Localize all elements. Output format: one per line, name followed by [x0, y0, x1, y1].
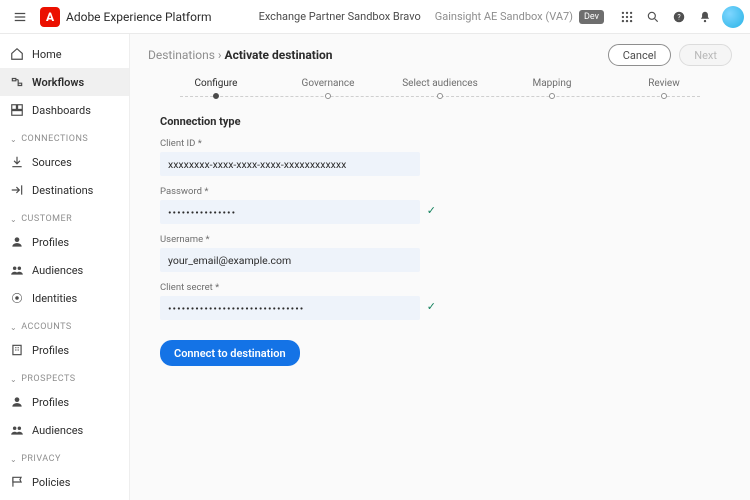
sidebar-item-label: Profiles [32, 236, 69, 249]
hamburger-icon [13, 10, 27, 24]
sidebar-item-label: Dashboards [32, 104, 91, 117]
help-icon[interactable]: ? [666, 4, 692, 30]
cancel-button[interactable]: Cancel [608, 44, 671, 66]
breadcrumb-parent[interactable]: Destinations [148, 48, 215, 62]
search-icon[interactable] [640, 4, 666, 30]
breadcrumb: Destinations › Activate destination [148, 48, 333, 62]
client-id-label: Client ID * [160, 138, 420, 149]
wizard-steps: Configure Governance Select audiences Ma… [130, 66, 750, 101]
profile-icon [10, 395, 24, 409]
chevron-down-icon: ⌄ [10, 455, 17, 464]
audiences-icon [10, 263, 24, 277]
top-bar: A Adobe Experience Platform Exchange Par… [0, 0, 750, 34]
sidebar-item-label: Profiles [32, 344, 69, 357]
sandbox-secondary[interactable]: Gainsight AE Sandbox (VA7) [435, 10, 573, 23]
dashboards-icon [10, 103, 24, 117]
sidebar-item-account-profiles[interactable]: Profiles [0, 336, 129, 364]
sidebar-group-prospects[interactable]: ⌄PROSPECTS [0, 364, 129, 388]
sidebar-item-label: Profiles [32, 396, 69, 409]
sidebar-item-label: Audiences [32, 264, 83, 277]
policies-icon [10, 475, 24, 489]
sidebar-item-destinations[interactable]: Destinations [0, 176, 129, 204]
step-review[interactable]: Review [608, 78, 720, 99]
sidebar-group-accounts[interactable]: ⌄ACCOUNTS [0, 312, 129, 336]
workflows-icon [10, 75, 24, 89]
avatar[interactable] [722, 6, 744, 28]
sidebar-item-label: Sources [32, 156, 72, 169]
notifications-icon[interactable] [692, 4, 718, 30]
sidebar-item-profiles[interactable]: Profiles [0, 228, 129, 256]
client-secret-field[interactable] [160, 296, 420, 320]
chevron-down-icon: ⌄ [10, 135, 17, 144]
sidebar-item-audits[interactable]: Audits [0, 496, 129, 500]
step-select-audiences[interactable]: Select audiences [384, 78, 496, 99]
sidebar-item-workflows[interactable]: Workflows [0, 68, 129, 96]
check-icon: ✓ [427, 300, 436, 313]
client-id-field[interactable] [160, 152, 420, 176]
sidebar-item-identities[interactable]: Identities [0, 284, 129, 312]
apps-icon[interactable] [614, 4, 640, 30]
section-title: Connection type [160, 115, 720, 128]
app-name: Adobe Experience Platform [66, 10, 212, 24]
sidebar-item-prospect-audiences[interactable]: Audiences [0, 416, 129, 444]
building-icon [10, 343, 24, 357]
main-content: Destinations › Activate destination Canc… [130, 34, 750, 500]
home-icon [10, 47, 24, 61]
sidebar-item-home[interactable]: Home [0, 40, 129, 68]
identities-icon [10, 291, 24, 305]
dev-badge: Dev [579, 10, 604, 24]
sidebar-group-privacy[interactable]: ⌄PRIVACY [0, 444, 129, 468]
sidebar-item-prospect-profiles[interactable]: Profiles [0, 388, 129, 416]
sidebar-item-dashboards[interactable]: Dashboards [0, 96, 129, 124]
sidebar-item-label: Identities [32, 292, 77, 305]
connect-button[interactable]: Connect to destination [160, 340, 300, 366]
profile-icon [10, 235, 24, 249]
destinations-icon [10, 183, 24, 197]
sidebar-item-sources[interactable]: Sources [0, 148, 129, 176]
menu-toggle[interactable] [6, 3, 34, 31]
username-field[interactable] [160, 248, 420, 272]
step-mapping[interactable]: Mapping [496, 78, 608, 99]
audiences-icon [10, 423, 24, 437]
adobe-logo-icon: A [40, 7, 60, 27]
sidebar-item-label: Audiences [32, 424, 83, 437]
password-label: Password * [160, 186, 420, 197]
check-icon: ✓ [427, 204, 436, 217]
sources-icon [10, 155, 24, 169]
sidebar-item-label: Destinations [32, 184, 93, 197]
sidebar-group-customer[interactable]: ⌄CUSTOMER [0, 204, 129, 228]
chevron-down-icon: ⌄ [10, 323, 17, 332]
sidebar: Home Workflows Dashboards ⌄CONNECTIONS S… [0, 34, 130, 500]
page-title: Activate destination [225, 48, 333, 62]
chevron-down-icon: ⌄ [10, 375, 17, 384]
step-configure[interactable]: Configure [160, 78, 272, 99]
sidebar-item-label: Workflows [32, 76, 84, 89]
sidebar-group-connections[interactable]: ⌄CONNECTIONS [0, 124, 129, 148]
password-field[interactable] [160, 200, 420, 224]
sidebar-item-label: Home [32, 48, 62, 61]
username-label: Username * [160, 234, 420, 245]
next-button: Next [679, 44, 732, 66]
sidebar-item-policies[interactable]: Policies [0, 468, 129, 496]
sidebar-item-audiences[interactable]: Audiences [0, 256, 129, 284]
sandbox-primary[interactable]: Exchange Partner Sandbox Bravo [259, 10, 421, 23]
client-secret-label: Client secret * [160, 282, 420, 293]
sidebar-item-label: Policies [32, 476, 70, 489]
chevron-down-icon: ⌄ [10, 215, 17, 224]
step-governance[interactable]: Governance [272, 78, 384, 99]
